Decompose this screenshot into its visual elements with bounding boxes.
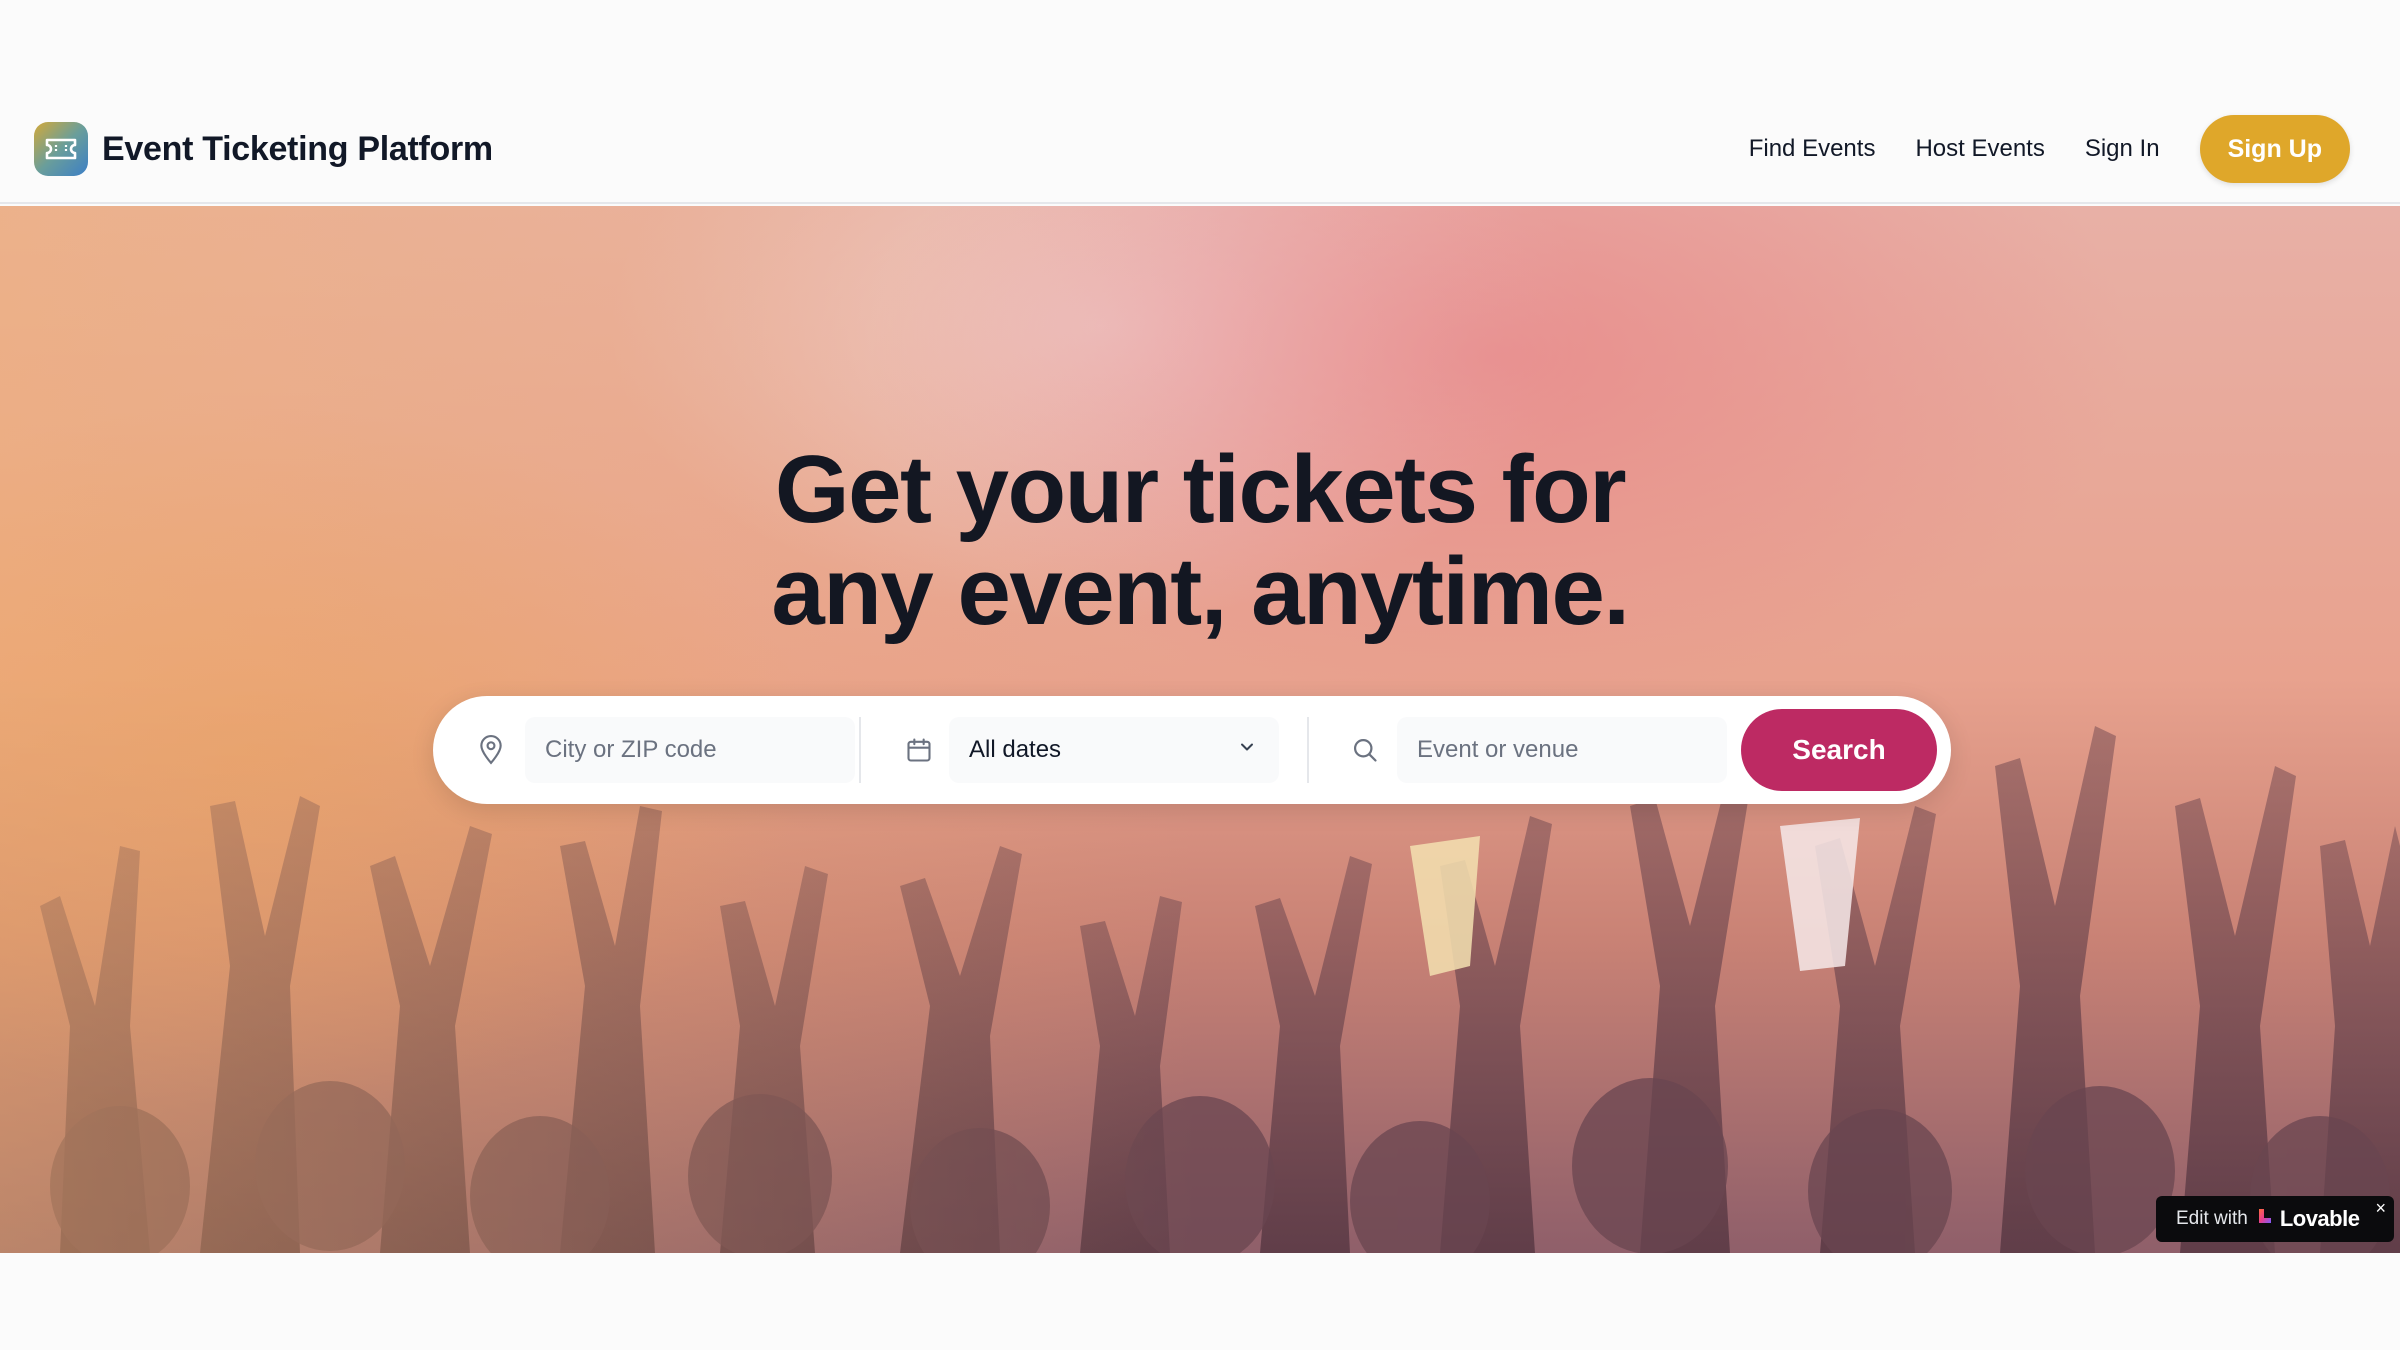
search-button[interactable]: Search	[1741, 709, 1937, 791]
date-segment: All dates	[901, 717, 1279, 783]
calendar-icon	[901, 736, 937, 764]
query-segment	[1347, 717, 1727, 783]
date-select-value: All dates	[969, 736, 1062, 763]
main-nav: Find Events Host Events Sign In Sign Up	[1749, 115, 2350, 183]
sign-up-button[interactable]: Sign Up	[2199, 115, 2350, 183]
location-segment	[473, 717, 855, 783]
date-select[interactable]: All dates	[949, 717, 1279, 783]
hero-headline-line-2: any event, anytime.	[771, 538, 1630, 645]
brand[interactable]: Event Ticketing Platform	[34, 122, 493, 176]
brand-name: Event Ticketing Platform	[102, 129, 493, 168]
search-icon	[1347, 736, 1383, 764]
hero-section: Get your tickets for any event, anytime.	[0, 206, 2400, 1253]
nav-host-events[interactable]: Host Events	[1915, 135, 2044, 163]
badge-brand: Lovable	[2279, 1206, 2360, 1231]
hero-headline: Get your tickets for any event, anytime.	[0, 439, 2400, 643]
nav-find-events[interactable]: Find Events	[1749, 135, 1876, 163]
site-header: Event Ticketing Platform Find Events Hos…	[0, 96, 2400, 204]
map-pin-icon	[473, 735, 509, 765]
location-input[interactable]	[525, 717, 855, 783]
event-search-bar: All dates Search	[433, 696, 1951, 804]
close-icon[interactable]: ×	[2375, 1198, 2386, 1219]
event-venue-input[interactable]	[1397, 717, 1727, 783]
page: Event Ticketing Platform Find Events Hos…	[0, 0, 2400, 1350]
lovable-logo-icon	[2256, 1207, 2274, 1231]
nav-sign-in[interactable]: Sign In	[2085, 135, 2160, 163]
hero-headline-line-1: Get your tickets for	[774, 436, 1627, 543]
ticket-icon	[34, 122, 88, 176]
search-divider	[859, 717, 861, 783]
edit-with-lovable-badge[interactable]: Edit with Lovable ×	[2156, 1196, 2394, 1242]
search-divider	[1307, 717, 1309, 783]
badge-prefix: Edit with	[2176, 1208, 2248, 1229]
chevron-down-icon	[1237, 736, 1257, 764]
